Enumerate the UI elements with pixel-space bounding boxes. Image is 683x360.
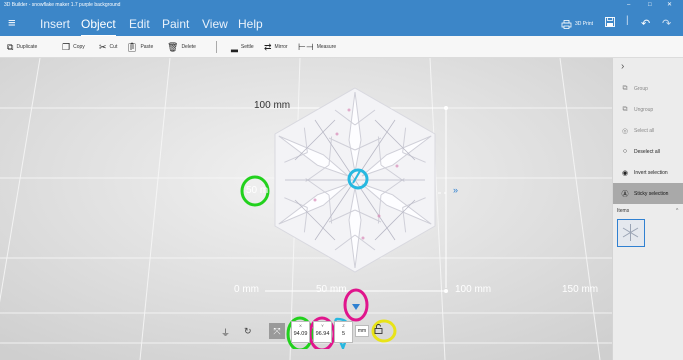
redo-icon[interactable]: ↷ (662, 16, 671, 32)
hamburger-menu-icon[interactable]: ≡ (8, 15, 16, 31)
paste-label: Paste (140, 44, 154, 50)
cut-button[interactable]: ✂ Cut (99, 36, 117, 58)
select-all-icon: ◎ (621, 127, 629, 135)
x-axis-label: X (299, 323, 302, 328)
ruler-top-label: 100 mm (254, 100, 291, 111)
copy-label: Copy (73, 44, 85, 50)
window-title: 3D Builder - snowflake maker 1.7 purple … (4, 2, 121, 8)
mirror-button[interactable]: ⇄ Mirror (264, 36, 288, 58)
ruler-bottom-50: 50 mm (316, 284, 347, 295)
y-axis-label: Y (321, 323, 324, 328)
ungroup-label: Ungroup (634, 106, 654, 113)
print-button[interactable]: 3D Print (561, 16, 593, 32)
paste-button[interactable]: 📋︎ Paste (126, 36, 153, 58)
deselect-all-label: Deselect all (634, 148, 660, 155)
transform-controls: ⏚ ↻ ⤧ X 94.09 Y 96.94 Z 5 mm (217, 313, 411, 349)
scale-button[interactable]: ⤧ (269, 323, 285, 339)
z-size-field[interactable]: Z 5 (334, 321, 353, 343)
group-label: Group (634, 85, 648, 92)
tab-object[interactable]: Object (81, 16, 116, 37)
x-value: 94.09 (293, 331, 308, 337)
toolbar: ⧉ Duplicate ❐ Copy ✂ Cut 📋︎ Paste 🗑︎ Del… (0, 36, 683, 58)
rotate-icon[interactable]: ↻ (244, 326, 252, 337)
ungroup-button[interactable]: ⧉ Ungroup (613, 99, 683, 120)
lock-icon[interactable] (374, 324, 383, 336)
invert-selection-button[interactable]: ◉ Invert selection (613, 162, 683, 183)
collapse-chevron-icon[interactable]: › (621, 61, 624, 72)
title-bar: 3D Builder - snowflake maker 1.7 purple … (0, 0, 683, 11)
undo-icon[interactable]: ↶ (641, 16, 650, 32)
scroll-up-icon[interactable]: ^ (676, 208, 678, 214)
ungroup-icon: ⧉ (622, 105, 628, 113)
close-icon[interactable]: ✕ (667, 0, 672, 11)
sticky-selection-button[interactable]: Ⓐ Sticky selection (613, 183, 683, 204)
print-label: 3D Print (575, 21, 594, 27)
settle-button[interactable]: ▂ Settle (231, 36, 254, 58)
measure-icon: ⊢⊣ (298, 41, 314, 52)
save-icon[interactable] (605, 16, 615, 32)
tab-insert[interactable]: Insert (40, 16, 70, 32)
snowflake-thumbnail-icon (622, 224, 639, 241)
sticky-selection-icon: Ⓐ (621, 190, 629, 198)
deselect-all-icon: ○ (622, 148, 628, 155)
copy-button[interactable]: ❐ Copy (62, 36, 85, 58)
ruler-left-label: 50 m (246, 185, 269, 196)
duplicate-label: Duplicate (16, 44, 38, 50)
cut-icon: ✂ (99, 41, 107, 52)
group-button[interactable]: ⧉ Group (613, 78, 683, 99)
deselect-all-button[interactable]: ○ Deselect all (613, 141, 683, 162)
settle-icon: ▂ (231, 41, 238, 52)
z-axis-label: Z (342, 323, 345, 328)
ruler-bottom-100: 100 mm (455, 284, 492, 295)
snowflake-thumbnail[interactable] (617, 219, 645, 247)
toolbar-separator (216, 41, 217, 53)
ruler-bottom-0: 0 mm (234, 284, 259, 295)
delete-button[interactable]: 🗑︎ Delete (167, 36, 196, 58)
tab-view[interactable]: View (202, 16, 228, 32)
tab-paint[interactable]: Paint (162, 16, 189, 32)
items-heading: Items (617, 208, 630, 214)
unit-select[interactable]: mm (355, 325, 369, 337)
tab-help[interactable]: Help (238, 16, 263, 32)
y-value: 96.94 (315, 331, 330, 337)
tab-edit[interactable]: Edit (129, 16, 150, 32)
printer-icon (561, 19, 572, 29)
measure-label: Measure (316, 44, 337, 50)
drop-icon[interactable]: ⏚ (221, 326, 230, 339)
mirror-label: Mirror (274, 44, 288, 50)
delete-icon: 🗑︎ (167, 41, 179, 52)
sticky-selection-label: Sticky selection (634, 190, 669, 197)
cut-label: Cut (109, 44, 118, 50)
x-size-field[interactable]: X 94.09 (291, 321, 310, 343)
minimize-icon[interactable]: – (627, 0, 630, 11)
y-size-field[interactable]: Y 96.94 (313, 321, 332, 343)
settle-label: Settle (240, 44, 254, 50)
mirror-icon: ⇄ (264, 41, 272, 52)
menu-bar: ≡ Insert Object Edit Paint View Help 3D … (0, 11, 683, 37)
duplicate-icon: ⧉ (7, 41, 14, 52)
separator: | (626, 15, 629, 26)
copy-icon: ❐ (62, 41, 71, 52)
paste-icon: 📋︎ (126, 41, 138, 52)
selection-panel: › ⧉ Group ⧉ Ungroup ◎ Select all ○ Desel… (612, 58, 683, 360)
measure-button[interactable]: ⊢⊣ Measure (298, 36, 336, 58)
z-value: 5 (341, 331, 346, 337)
select-all-label: Select all (634, 127, 655, 134)
invert-selection-label: Invert selection (634, 169, 668, 176)
delete-label: Delete (181, 44, 196, 50)
ruler-bottom-150: 150 mm (562, 284, 599, 295)
maximize-icon[interactable]: □ (648, 0, 652, 11)
invert-selection-icon: ◉ (621, 169, 629, 177)
group-icon: ⧉ (622, 84, 628, 92)
move-arrow-icon[interactable]: » (453, 185, 458, 195)
duplicate-button[interactable]: ⧉ Duplicate (7, 36, 37, 58)
select-all-button[interactable]: ◎ Select all (613, 120, 683, 141)
